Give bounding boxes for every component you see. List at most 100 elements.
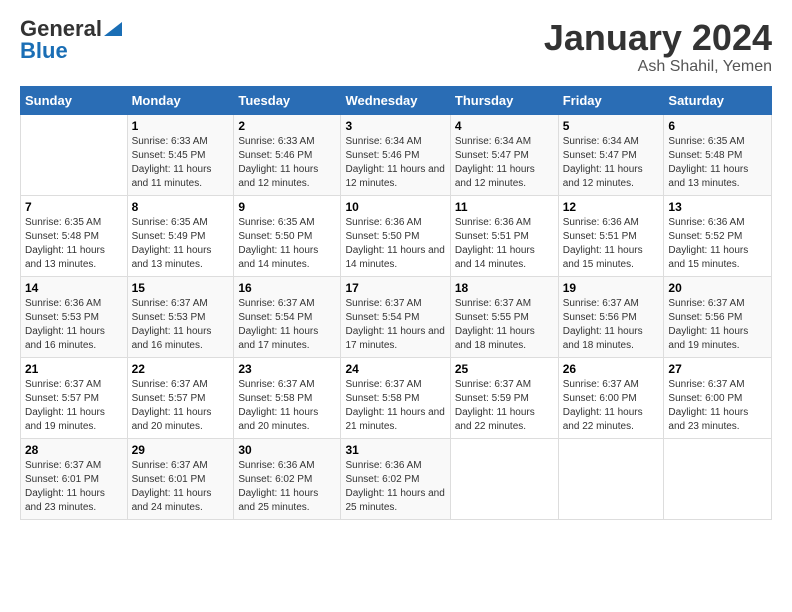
day-info: Sunrise: 6:36 AMSunset: 5:50 PMDaylight:… — [345, 217, 444, 270]
day-number: 7 — [25, 200, 123, 214]
week-row-3: 14 Sunrise: 6:36 AMSunset: 5:53 PMDayligh… — [21, 276, 772, 357]
calendar-cell: 23Sunrise: 6:37 AMSunset: 5:58 PMDayligh… — [234, 357, 341, 438]
header: General Blue January 2024 Ash Shahil, Ye… — [20, 18, 772, 76]
day-number: 17 — [345, 281, 445, 295]
day-info: Sunrise: 6:37 AMSunset: 5:59 PMDaylight:… — [455, 379, 535, 432]
calendar-cell: 12Sunrise: 6:36 AMSunset: 5:51 PMDayligh… — [558, 195, 664, 276]
calendar-cell: 26Sunrise: 6:37 AMSunset: 6:00 PMDayligh… — [558, 357, 664, 438]
calendar-cell: 19Sunrise: 6:37 AMSunset: 5:56 PMDayligh… — [558, 276, 664, 357]
day-info: Sunrise: 6:37 AMSunset: 5:58 PMDaylight:… — [238, 379, 318, 432]
calendar-cell: 4 Sunrise: 6:34 AMSunset: 5:47 PMDaylight… — [450, 114, 558, 195]
week-row-1: 1Sunrise: 6:33 AMSunset: 5:45 PMDaylight… — [21, 114, 772, 195]
page: General Blue January 2024 Ash Shahil, Ye… — [0, 0, 792, 530]
day-number: 5 — [563, 119, 660, 133]
day-number: 24 — [345, 362, 445, 376]
day-info: Sunrise: 6:37 AMSunset: 5:57 PMDaylight:… — [132, 379, 212, 432]
col-monday: Monday — [127, 86, 234, 114]
logo-icon — [104, 18, 122, 36]
day-info: Sunrise: 6:36 AMSunset: 5:53 PMDaylight:… — [25, 298, 105, 351]
calendar-cell — [558, 438, 664, 519]
col-wednesday: Wednesday — [341, 86, 450, 114]
day-info: Sunrise: 6:35 AMSunset: 5:48 PMDaylight:… — [668, 136, 748, 189]
day-number: 6 — [668, 119, 767, 133]
day-info: Sunrise: 6:37 AMSunset: 6:01 PMDaylight:… — [132, 460, 212, 513]
day-number: 27 — [668, 362, 767, 376]
day-number: 13 — [668, 200, 767, 214]
day-info: Sunrise: 6:33 AMSunset: 5:46 PMDaylight:… — [238, 136, 318, 189]
calendar-cell: 14 Sunrise: 6:36 AMSunset: 5:53 PMDayligh… — [21, 276, 128, 357]
col-sunday: Sunday — [21, 86, 128, 114]
day-info: Sunrise: 6:37 AMSunset: 5:56 PMDaylight:… — [563, 298, 643, 351]
day-number: 31 — [345, 443, 445, 457]
calendar-cell — [21, 114, 128, 195]
week-row-5: 28Sunrise: 6:37 AMSunset: 6:01 PMDayligh… — [21, 438, 772, 519]
calendar-table: Sunday Monday Tuesday Wednesday Thursday… — [20, 86, 772, 520]
day-number: 10 — [345, 200, 445, 214]
day-number: 29 — [132, 443, 230, 457]
day-number: 14 — [25, 281, 123, 295]
calendar-cell: 30Sunrise: 6:36 AMSunset: 6:02 PMDayligh… — [234, 438, 341, 519]
calendar-cell: 28Sunrise: 6:37 AMSunset: 6:01 PMDayligh… — [21, 438, 128, 519]
calendar-cell: 18Sunrise: 6:37 AMSunset: 5:55 PMDayligh… — [450, 276, 558, 357]
calendar-cell: 6 Sunrise: 6:35 AMSunset: 5:48 PMDaylight… — [664, 114, 772, 195]
header-row: Sunday Monday Tuesday Wednesday Thursday… — [21, 86, 772, 114]
day-info: Sunrise: 6:37 AMSunset: 5:55 PMDaylight:… — [455, 298, 535, 351]
day-number: 9 — [238, 200, 336, 214]
calendar-cell: 11Sunrise: 6:36 AMSunset: 5:51 PMDayligh… — [450, 195, 558, 276]
day-number: 21 — [25, 362, 123, 376]
logo: General Blue — [20, 18, 122, 62]
calendar-cell: 21 Sunrise: 6:37 AMSunset: 5:57 PMDayligh… — [21, 357, 128, 438]
calendar-cell: 16 Sunrise: 6:37 AMSunset: 5:54 PMDayligh… — [234, 276, 341, 357]
calendar-cell: 2 Sunrise: 6:33 AMSunset: 5:46 PMDaylight… — [234, 114, 341, 195]
day-number: 22 — [132, 362, 230, 376]
col-thursday: Thursday — [450, 86, 558, 114]
day-number: 30 — [238, 443, 336, 457]
calendar-cell: 8 Sunrise: 6:35 AMSunset: 5:49 PMDaylight… — [127, 195, 234, 276]
calendar-cell: 9 Sunrise: 6:35 AMSunset: 5:50 PMDaylight… — [234, 195, 341, 276]
day-info: Sunrise: 6:37 AMSunset: 6:01 PMDaylight:… — [25, 460, 105, 513]
day-info: Sunrise: 6:37 AMSunset: 5:58 PMDaylight:… — [345, 379, 444, 432]
calendar-cell: 15 Sunrise: 6:37 AMSunset: 5:53 PMDayligh… — [127, 276, 234, 357]
calendar-cell: 17 Sunrise: 6:37 AMSunset: 5:54 PMDayligh… — [341, 276, 450, 357]
day-info: Sunrise: 6:33 AMSunset: 5:45 PMDaylight:… — [132, 136, 212, 189]
location-subtitle: Ash Shahil, Yemen — [544, 58, 772, 76]
calendar-cell: 25 Sunrise: 6:37 AMSunset: 5:59 PMDayligh… — [450, 357, 558, 438]
col-friday: Friday — [558, 86, 664, 114]
day-number: 8 — [132, 200, 230, 214]
calendar-cell: 10 Sunrise: 6:36 AMSunset: 5:50 PMDayligh… — [341, 195, 450, 276]
logo-general: General — [20, 18, 102, 40]
day-number: 2 — [238, 119, 336, 133]
calendar-cell: 13 Sunrise: 6:36 AMSunset: 5:52 PMDayligh… — [664, 195, 772, 276]
calendar-cell: 7 Sunrise: 6:35 AMSunset: 5:48 PMDaylight… — [21, 195, 128, 276]
col-tuesday: Tuesday — [234, 86, 341, 114]
logo-blue: Blue — [20, 40, 68, 62]
day-number: 16 — [238, 281, 336, 295]
calendar-cell: 31 Sunrise: 6:36 AMSunset: 6:02 PMDayligh… — [341, 438, 450, 519]
day-info: Sunrise: 6:36 AMSunset: 6:02 PMDaylight:… — [345, 460, 444, 513]
day-info: Sunrise: 6:37 AMSunset: 5:54 PMDaylight:… — [345, 298, 444, 351]
week-row-2: 7 Sunrise: 6:35 AMSunset: 5:48 PMDaylight… — [21, 195, 772, 276]
day-info: Sunrise: 6:37 AMSunset: 5:53 PMDaylight:… — [132, 298, 212, 351]
day-info: Sunrise: 6:35 AMSunset: 5:48 PMDaylight:… — [25, 217, 105, 270]
day-info: Sunrise: 6:37 AMSunset: 5:56 PMDaylight:… — [668, 298, 748, 351]
day-info: Sunrise: 6:36 AMSunset: 5:51 PMDaylight:… — [563, 217, 643, 270]
day-number: 3 — [345, 119, 445, 133]
page-title: January 2024 — [544, 18, 772, 58]
calendar-cell — [450, 438, 558, 519]
day-info: Sunrise: 6:36 AMSunset: 5:52 PMDaylight:… — [668, 217, 748, 270]
day-info: Sunrise: 6:36 AMSunset: 5:51 PMDaylight:… — [455, 217, 535, 270]
week-row-4: 21 Sunrise: 6:37 AMSunset: 5:57 PMDayligh… — [21, 357, 772, 438]
day-info: Sunrise: 6:37 AMSunset: 5:54 PMDaylight:… — [238, 298, 318, 351]
calendar-cell — [664, 438, 772, 519]
day-number: 15 — [132, 281, 230, 295]
day-number: 20 — [668, 281, 767, 295]
day-info: Sunrise: 6:37 AMSunset: 5:57 PMDaylight:… — [25, 379, 105, 432]
day-number: 4 — [455, 119, 554, 133]
day-info: Sunrise: 6:35 AMSunset: 5:50 PMDaylight:… — [238, 217, 318, 270]
day-info: Sunrise: 6:35 AMSunset: 5:49 PMDaylight:… — [132, 217, 212, 270]
day-info: Sunrise: 6:37 AMSunset: 6:00 PMDaylight:… — [563, 379, 643, 432]
col-saturday: Saturday — [664, 86, 772, 114]
day-info: Sunrise: 6:34 AMSunset: 5:46 PMDaylight:… — [345, 136, 444, 189]
day-info: Sunrise: 6:34 AMSunset: 5:47 PMDaylight:… — [455, 136, 535, 189]
day-number: 25 — [455, 362, 554, 376]
